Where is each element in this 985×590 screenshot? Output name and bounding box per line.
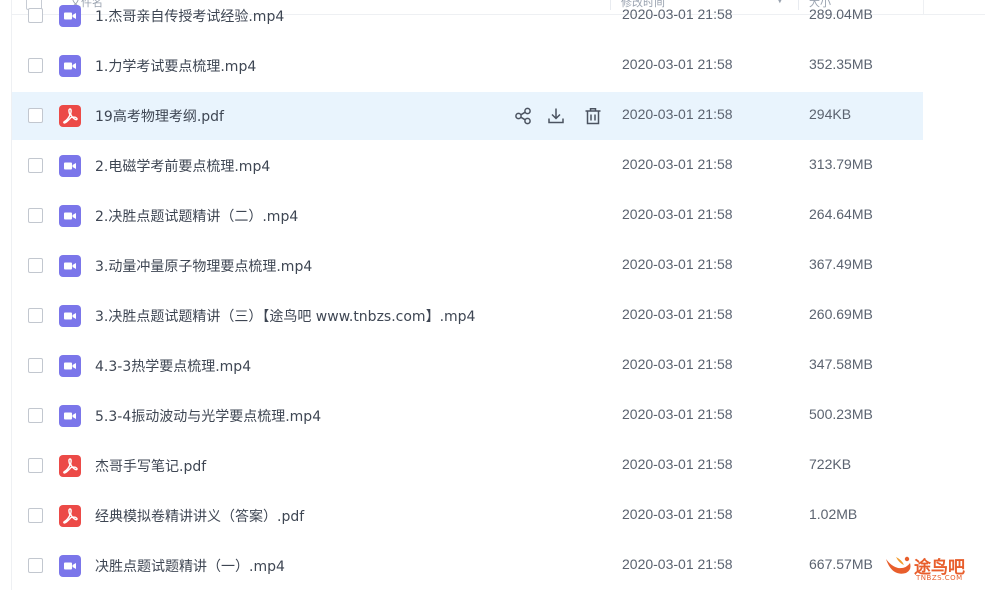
watermark-bird-icon: [886, 556, 911, 574]
file-name[interactable]: 经典模拟卷精讲讲义（答案）.pdf: [95, 506, 304, 526]
file-name[interactable]: 1.力学考试要点梳理.mp4: [95, 56, 256, 76]
file-size: 367.49MB: [809, 256, 873, 272]
row-checkbox[interactable]: [28, 308, 43, 323]
video-file-icon: [59, 405, 81, 427]
file-name[interactable]: 19高考物理考纲.pdf: [95, 106, 224, 126]
file-size: 500.23MB: [809, 406, 873, 422]
row-checkbox[interactable]: [28, 158, 43, 173]
row-checkbox[interactable]: [28, 458, 43, 473]
file-name[interactable]: 4.3-3热学要点梳理.mp4: [95, 356, 251, 376]
file-row[interactable]: 5.3-4振动波动与光学要点梳理.mp4 2020-03-01 21:58 500.…: [12, 392, 923, 440]
file-name[interactable]: 2.电磁学考前要点梳理.mp4: [95, 156, 270, 176]
file-modified-time: 2020-03-01 21:58: [622, 306, 733, 322]
file-row[interactable]: 2.电磁学考前要点梳理.mp4 2020-03-01 21:58 313.79MB: [12, 142, 923, 190]
file-name[interactable]: 2.决胜点题试题精讲（二）.mp4: [95, 206, 298, 226]
pdf-file-icon: [59, 455, 81, 477]
file-size: 260.69MB: [809, 306, 873, 322]
left-panel-edge: [0, 0, 12, 590]
delete-icon[interactable]: [582, 105, 604, 127]
row-checkbox[interactable]: [28, 208, 43, 223]
row-checkbox[interactable]: [28, 58, 43, 73]
file-row[interactable]: 4.3-3热学要点梳理.mp4 2020-03-01 21:58 347.58MB: [12, 342, 923, 390]
file-modified-time: 2020-03-01 21:58: [622, 456, 733, 472]
file-list: 1.杰哥亲自传授考试经验.mp4 2020-03-01 21:58 289.04MB…: [12, 0, 923, 590]
row-checkbox[interactable]: [28, 558, 43, 573]
file-modified-time: 2020-03-01 21:58: [622, 356, 733, 372]
video-file-icon: [59, 255, 81, 277]
file-size: 289.04MB: [809, 6, 873, 22]
video-file-icon: [59, 55, 81, 77]
file-row[interactable]: 1.力学考试要点梳理.mp4 2020-03-01 21:58 352.35MB: [12, 42, 923, 90]
file-row[interactable]: 19高考物理考纲.pdf 2020-03-01 21:58 294KB: [12, 92, 923, 140]
video-file-icon: [59, 305, 81, 327]
file-modified-time: 2020-03-01 21:58: [622, 6, 733, 22]
file-size: 294KB: [809, 106, 852, 122]
file-size: 1.02MB: [809, 506, 858, 522]
file-size: 264.64MB: [809, 206, 873, 222]
row-checkbox[interactable]: [28, 108, 43, 123]
download-icon[interactable]: [545, 105, 567, 127]
file-modified-time: 2020-03-01 21:58: [622, 406, 733, 422]
file-name[interactable]: 5.3-4振动波动与光学要点梳理.mp4: [95, 406, 321, 426]
file-row[interactable]: 3.动量冲量原子物理要点梳理.mp4 2020-03-01 21:58 367.49…: [12, 242, 923, 290]
file-size: 352.35MB: [809, 56, 873, 72]
file-size: 347.58MB: [809, 356, 873, 372]
file-size: 667.57MB: [809, 556, 873, 572]
watermark-logo: 途鸟吧 TNBZS.COM: [882, 551, 982, 587]
file-size: 313.79MB: [809, 156, 873, 172]
video-file-icon: [59, 205, 81, 227]
file-size: 722KB: [809, 456, 852, 472]
watermark-domain: TNBZS.COM: [916, 574, 963, 582]
file-name[interactable]: 3.决胜点题试题精讲（三）【途鸟吧 www.tnbzs.com】.mp4: [95, 306, 475, 326]
file-modified-time: 2020-03-01 21:58: [622, 56, 733, 72]
file-modified-time: 2020-03-01 21:58: [622, 106, 733, 122]
file-row[interactable]: 决胜点题试题精讲（一）.mp4 2020-03-01 21:58 667.57MB: [12, 542, 923, 590]
file-modified-time: 2020-03-01 21:58: [622, 206, 733, 222]
share-icon[interactable]: [512, 105, 534, 127]
file-row[interactable]: 杰哥手写笔记.pdf 2020-03-01 21:58 722KB: [12, 442, 923, 490]
file-modified-time: 2020-03-01 21:58: [622, 256, 733, 272]
video-file-icon: [59, 155, 81, 177]
video-file-icon: [59, 355, 81, 377]
video-file-icon: [59, 555, 81, 577]
row-checkbox[interactable]: [28, 408, 43, 423]
header-right-area: [923, 0, 985, 15]
file-row[interactable]: 1.杰哥亲自传授考试经验.mp4 2020-03-01 21:58 289.04MB: [12, 0, 923, 40]
row-checkbox[interactable]: [28, 358, 43, 373]
pdf-file-icon: [59, 505, 81, 527]
file-row[interactable]: 2.决胜点题试题精讲（二）.mp4 2020-03-01 21:58 264.64M…: [12, 192, 923, 240]
file-name[interactable]: 3.动量冲量原子物理要点梳理.mp4: [95, 256, 312, 276]
row-checkbox[interactable]: [28, 258, 43, 273]
file-row[interactable]: 3.决胜点题试题精讲（三）【途鸟吧 www.tnbzs.com】.mp4 2020…: [12, 292, 923, 340]
file-row[interactable]: 经典模拟卷精讲讲义（答案）.pdf 2020-03-01 21:58 1.02MB: [12, 492, 923, 540]
file-modified-time: 2020-03-01 21:58: [622, 556, 733, 572]
row-checkbox[interactable]: [28, 8, 43, 23]
video-file-icon: [59, 5, 81, 27]
file-name[interactable]: 1.杰哥亲自传授考试经验.mp4: [95, 6, 284, 26]
row-checkbox[interactable]: [28, 508, 43, 523]
file-modified-time: 2020-03-01 21:58: [622, 156, 733, 172]
file-modified-time: 2020-03-01 21:58: [622, 506, 733, 522]
file-name[interactable]: 决胜点题试题精讲（一）.mp4: [95, 556, 285, 576]
pdf-file-icon: [59, 105, 81, 127]
file-name[interactable]: 杰哥手写笔记.pdf: [95, 456, 206, 476]
